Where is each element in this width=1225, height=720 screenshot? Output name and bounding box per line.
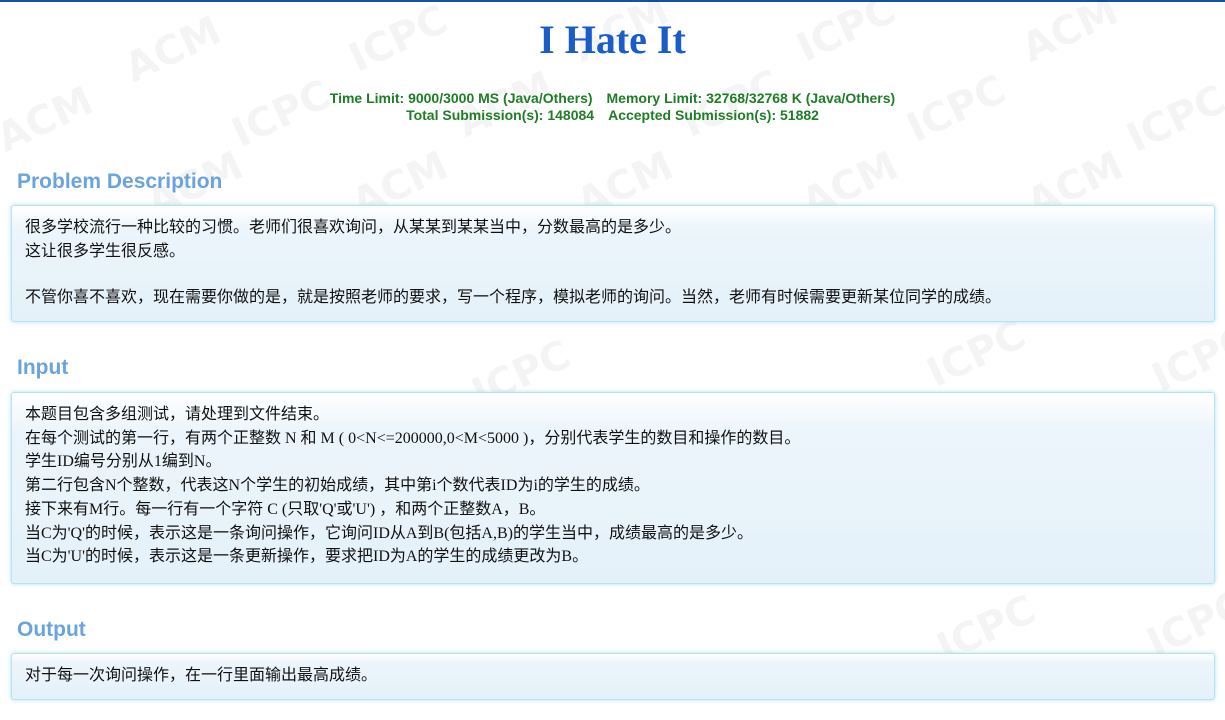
problem-limits: Time Limit: 9000/3000 MS (Java/Others) Me… <box>0 90 1225 124</box>
input-line: 当C为'Q'的时候，表示这是一条询问操作，它询问ID从A到B(包括A,B)的学生… <box>25 524 753 542</box>
input-line: 第二行包含N个整数，代表这N个学生的初始成绩，其中第i个数代表ID为i的学生的成… <box>25 477 650 495</box>
input-heading: Input <box>17 356 69 379</box>
watermark-icpc: ICPC <box>1145 317 1225 402</box>
input-line: 学生ID编号分别从1编到N。 <box>25 453 222 471</box>
total-submissions: Total Submission(s): 148084 <box>406 107 595 123</box>
memory-limit: Memory Limit: 32768/32768 K (Java/Others… <box>606 90 896 106</box>
problem-description-heading: Problem Description <box>17 170 223 193</box>
top-border <box>0 0 1225 2</box>
input-panel: 本题目包含多组测试，请处理到文件结束。 在每个测试的第一行，有两个正整数 N 和… <box>11 392 1215 584</box>
input-line: 在每个测试的第一行，有两个正整数 N 和 M ( 0<N<=200000,0<M… <box>25 429 801 447</box>
problem-description-panel: 很多学校流行一种比较的习惯。老师们很喜欢询问，从某某到某某当中，分数最高的是多少… <box>11 205 1215 322</box>
limits-line-1: Time Limit: 9000/3000 MS (Java/Others) Me… <box>0 90 1225 107</box>
time-limit: Time Limit: 9000/3000 MS (Java/Others) <box>329 90 593 106</box>
accepted-submissions: Accepted Submission(s): 51882 <box>608 107 819 123</box>
output-panel: 对于每一次询问操作，在一行里面输出最高成绩。 <box>11 653 1215 700</box>
limits-line-2: Total Submission(s): 148084 Accepted Subm… <box>0 107 1225 124</box>
description-line: 很多学校流行一种比较的习惯。老师们很喜欢询问，从某某到某某当中，分数最高的是多少… <box>25 219 682 236</box>
input-line: 接下来有M行。每一行有一个字符 C (只取'Q'或'U') ，和两个正整数A，B… <box>25 500 546 518</box>
watermark-icpc: ICPC <box>920 312 1033 397</box>
input-line: 本题目包含多组测试，请处理到文件结束。 <box>25 406 330 423</box>
output-line: 对于每一次询问操作，在一行里面输出最高成绩。 <box>25 667 378 684</box>
description-line: 这让很多学生很反感。 <box>25 242 186 260</box>
description-line: 不管你喜不喜欢，现在需要你做的是，就是按照老师的要求，写一个程序，模拟老师的询问… <box>25 289 1002 307</box>
output-heading: Output <box>17 618 86 641</box>
problem-title: I Hate It <box>539 17 686 62</box>
input-line: 当C为'U'的时候，表示这是一条更新操作，要求把ID为A的学生的成绩更改为B。 <box>25 548 589 566</box>
